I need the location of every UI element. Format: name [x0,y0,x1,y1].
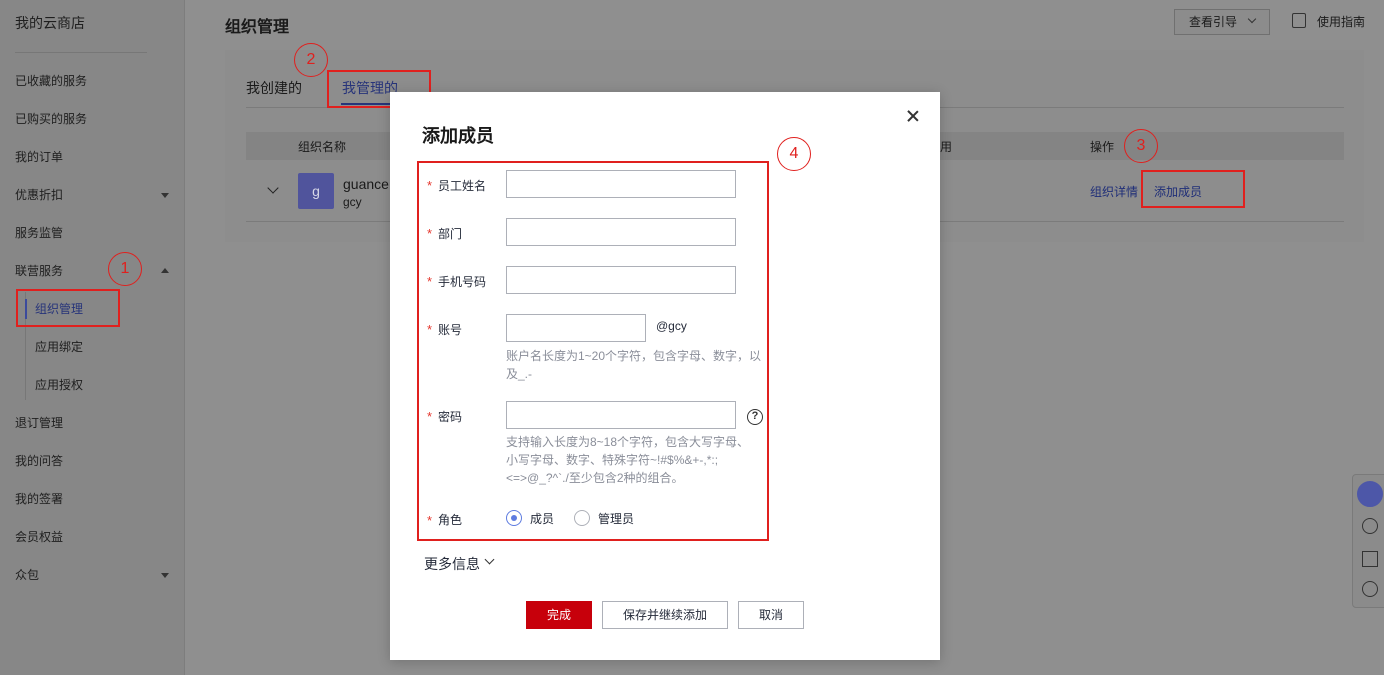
column-header-org-name: 组织名称 [298,140,347,154]
user-guide-link[interactable]: 使用指南 [1317,13,1365,30]
sidebar-item-favorites[interactable]: 已收藏的服务 [15,71,87,91]
floating-toolbar [1352,474,1384,608]
chevron-down-icon[interactable] [161,573,169,578]
column-header-actions: 操作 [1090,140,1115,154]
page-title: 组织管理 [225,19,290,36]
help-icon[interactable] [1362,518,1378,534]
annotation-circle-1: 1 [108,252,142,286]
view-guide-label: 查看引导 [1189,15,1238,29]
tab-created-by-me[interactable]: 我创建的 [246,78,302,98]
org-avatar: g [298,173,334,209]
sidebar-item-supervision[interactable]: 服务监管 [15,223,63,243]
sidebar-item-crowdsourcing[interactable]: 众包 [15,565,39,585]
close-icon[interactable] [905,108,921,124]
annotation-circle-3: 3 [1124,129,1158,163]
sidebar-subitem-app-binding[interactable]: 应用绑定 [35,337,83,357]
annotation-box-4 [417,161,769,541]
annotation-circle-2: 2 [294,43,328,77]
sidebar-item-joint-services[interactable]: 联营服务 [15,261,63,281]
sidebar-subitem-app-authorization[interactable]: 应用授权 [35,375,83,395]
dialog-title: 添加成员 [422,126,494,146]
chevron-up-icon[interactable] [161,268,169,273]
more-info-toggle[interactable]: 更多信息 [424,554,480,574]
org-details-link[interactable]: 组织详情 [1090,183,1138,200]
chevron-down-icon[interactable] [484,554,495,565]
sidebar: 我的云商店 已收藏的服务 已购买的服务 我的订单 优惠折扣 服务监管 联营服务 … [0,0,185,675]
org-code: gcy [343,195,362,209]
sidebar-item-signatures[interactable]: 我的签署 [15,489,63,509]
chevron-down-icon [1247,14,1257,24]
sidebar-item-unsubscribe[interactable]: 退订管理 [15,413,63,433]
feedback-edit-icon[interactable] [1362,551,1378,567]
org-name: guance [343,176,389,192]
column-header-partial: 用 [940,140,953,154]
annotation-box-3 [1141,170,1245,208]
edit-document-icon[interactable] [1292,13,1306,28]
sidebar-divider [15,52,147,53]
sidebar-item-qa[interactable]: 我的问答 [15,451,63,471]
cancel-button[interactable]: 取消 [738,601,804,629]
view-guide-button[interactable]: 查看引导 [1174,9,1270,35]
chevron-down-icon[interactable] [161,193,169,198]
save-and-continue-button[interactable]: 保存并继续添加 [602,601,728,629]
annotation-circle-4: 4 [777,137,811,171]
annotation-box-1 [16,289,120,327]
done-button[interactable]: 完成 [526,601,592,629]
customer-service-icon[interactable] [1357,481,1383,507]
smiley-icon[interactable] [1362,581,1378,597]
sidebar-item-orders[interactable]: 我的订单 [15,147,63,167]
sidebar-item-discounts[interactable]: 优惠折扣 [15,185,63,205]
sidebar-item-membership[interactable]: 会员权益 [15,527,63,547]
sidebar-item-purchased[interactable]: 已购买的服务 [15,109,87,129]
sidebar-title: 我的云商店 [15,15,85,31]
